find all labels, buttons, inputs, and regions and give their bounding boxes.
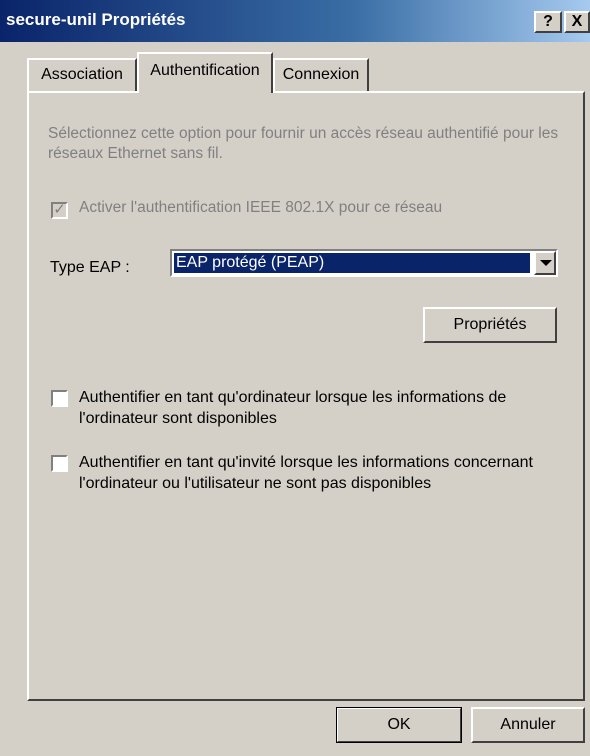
close-button[interactable]: X xyxy=(564,11,590,33)
enable-8021x-checkbox: ✓ xyxy=(51,201,68,219)
auth-as-guest-checkbox[interactable] xyxy=(51,455,68,472)
tab-connexion[interactable]: Connexion xyxy=(273,58,369,92)
checkmark-icon: ✓ xyxy=(53,201,66,218)
cancel-button[interactable]: Annuler xyxy=(471,707,585,743)
ok-button[interactable]: OK xyxy=(336,707,462,743)
properties-dialog: secure-unil Propriétés ? X Association A… xyxy=(0,0,590,756)
eap-type-label: Type EAP : xyxy=(50,259,130,276)
description-text: Sélectionnez cette option pour fournir u… xyxy=(48,125,559,162)
auth-as-computer-label[interactable]: Authentifier en tant qu'ordinateur lorsq… xyxy=(79,387,569,429)
auth-as-computer-checkbox[interactable] xyxy=(51,390,68,407)
eap-properties-button[interactable]: Propriétés xyxy=(423,307,557,343)
chevron-down-icon xyxy=(540,260,552,266)
eap-type-select[interactable]: EAP protégé (PEAP) xyxy=(170,249,558,277)
title-bar[interactable]: secure-unil Propriétés ? X xyxy=(0,0,590,42)
window-title: secure-unil Propriétés xyxy=(6,10,186,29)
eap-type-value: EAP protégé (PEAP) xyxy=(174,253,530,273)
tab-association[interactable]: Association xyxy=(27,58,137,92)
auth-as-guest-label[interactable]: Authentifier en tant qu'invité lorsque l… xyxy=(79,452,569,494)
tab-authentification[interactable]: Authentification xyxy=(137,52,273,93)
help-button[interactable]: ? xyxy=(534,11,562,33)
enable-8021x-label: Activer l'authentification IEEE 802.1X p… xyxy=(79,199,443,216)
eap-type-dropdown-button[interactable] xyxy=(534,251,556,275)
